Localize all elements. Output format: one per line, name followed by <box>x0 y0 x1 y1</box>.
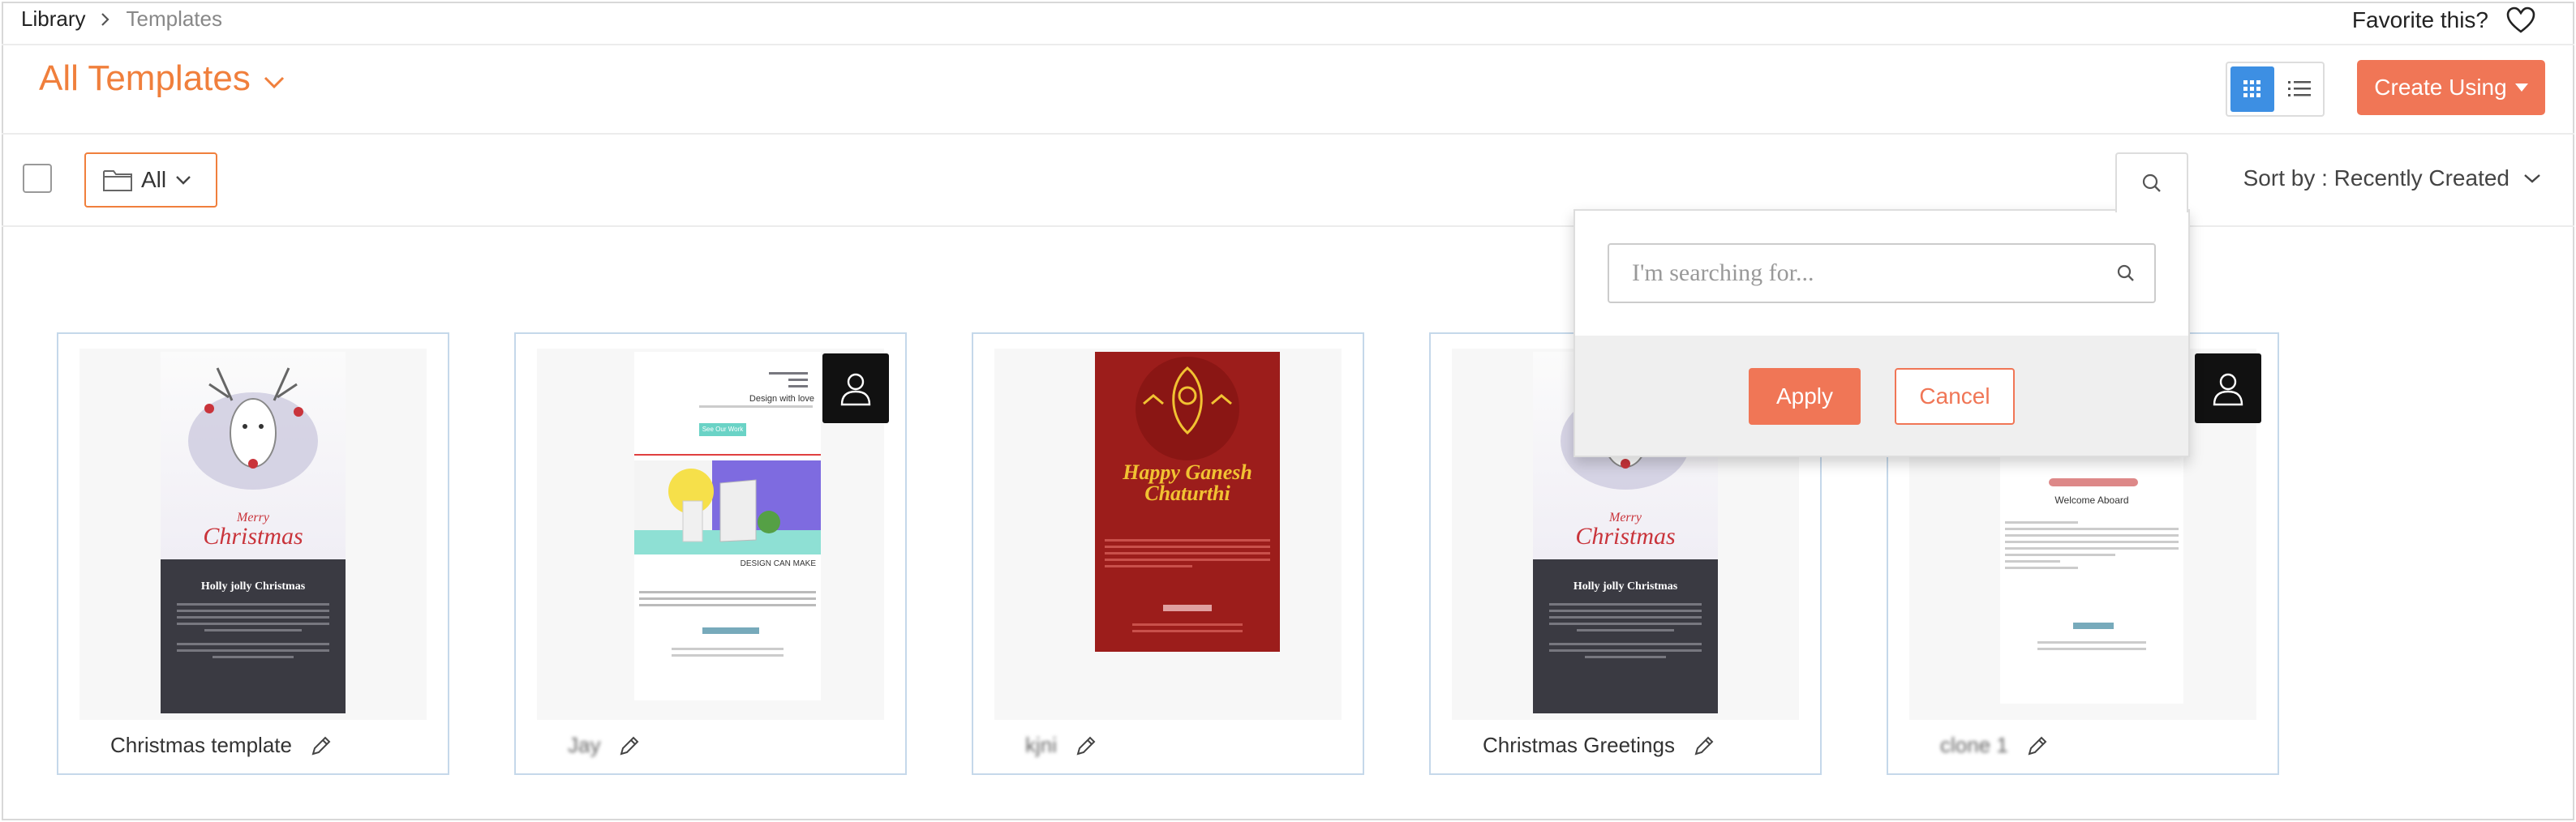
search-popup: I'm searching for... Apply Cancel <box>1574 209 2190 457</box>
search-icon <box>2142 173 2161 192</box>
template-name: Jay <box>568 733 641 758</box>
email-headline: Holly jolly Christmas <box>200 580 306 593</box>
template-name: clone 1 <box>1940 733 2049 758</box>
create-using-label: Create Using <box>2374 75 2507 100</box>
pencil-icon[interactable] <box>310 734 333 757</box>
pencil-icon[interactable] <box>2026 734 2049 757</box>
chevron-down-icon <box>264 76 284 89</box>
templates-filter-dropdown[interactable]: All Templates <box>39 58 286 99</box>
template-name-label: clone 1 <box>1940 733 2008 757</box>
ganesh-heading: Happy Ganesh Chaturthi <box>1095 462 1280 504</box>
breadcrumb-templates: Templates <box>126 6 222 31</box>
reindeer-illustration <box>188 367 318 490</box>
template-name-label: Christmas template <box>110 733 292 757</box>
folder-filter-dropdown[interactable]: All <box>84 152 217 208</box>
template-name: Christmas Greetings <box>1483 733 1715 758</box>
template-thumbnail[interactable]: Merry Christmas Holly jolly Christmas <box>79 349 427 720</box>
sort-label: Sort by : Recently Created <box>2243 165 2509 191</box>
template-name-label: Jay <box>568 733 601 757</box>
folder-filter-label: All <box>141 167 167 192</box>
design-email-preview: Design with love See Our Work DESIGN CAN… <box>634 352 821 700</box>
divider <box>2 133 2574 135</box>
view-toggle <box>2226 62 2325 117</box>
merry-christmas-heading: Merry Christmas <box>1533 511 1718 550</box>
grid-view-button[interactable] <box>2230 66 2274 112</box>
user-icon <box>840 373 871 406</box>
template-card[interactable]: Design with love See Our Work DESIGN CAN… <box>514 332 907 775</box>
cancel-button[interactable]: Cancel <box>1895 368 2015 425</box>
happy-ganesh-text: Happy Ganesh <box>1123 460 1252 484</box>
template-thumbnail[interactable]: Happy Ganesh Chaturthi <box>994 349 1342 720</box>
apply-button[interactable]: Apply <box>1749 368 1861 425</box>
search-placeholder: I'm searching for... <box>1632 259 1814 286</box>
design-heading: Design with love <box>749 394 814 404</box>
ganesh-illustration <box>1136 357 1239 460</box>
list-icon <box>2287 81 2311 96</box>
favorite-toggle[interactable]: Favorite this? <box>2352 6 2535 34</box>
template-name: kjni <box>1025 733 1097 758</box>
folder-icon <box>103 170 132 191</box>
chevron-down-icon <box>2524 174 2540 183</box>
pencil-icon[interactable] <box>618 734 641 757</box>
christmas-text: Christmas <box>203 523 303 550</box>
search-toggle-button[interactable] <box>2115 152 2188 212</box>
template-card[interactable]: Merry Christmas Holly jolly Christmas Ch… <box>57 332 449 775</box>
pencil-icon[interactable] <box>1075 734 1097 757</box>
chevron-right-icon <box>101 12 110 26</box>
template-card[interactable]: Happy Ganesh Chaturthi kjni <box>972 332 1364 775</box>
design-section-heading: DESIGN CAN MAKE <box>740 559 816 568</box>
chevron-down-icon <box>176 176 191 185</box>
christmas-email-preview: Merry Christmas Holly jolly Christmas <box>161 352 346 713</box>
caret-down-icon <box>2514 83 2528 92</box>
select-all-checkbox[interactable] <box>23 164 52 193</box>
welcome-heading: Welcome Aboard <box>2054 494 2129 506</box>
pencil-icon[interactable] <box>1693 734 1715 757</box>
chaturthi-text: Chaturthi <box>1144 482 1230 505</box>
user-icon <box>2213 373 2243 406</box>
page-title: All Templates <box>39 58 251 98</box>
shopping-bag-illustration <box>634 460 821 554</box>
see-our-work-button: See Our Work <box>699 423 746 436</box>
christmas-text: Christmas <box>1575 523 1676 550</box>
owner-avatar <box>2195 353 2261 423</box>
template-name: Christmas template <box>110 733 333 758</box>
ganesh-email-preview: Happy Ganesh Chaturthi <box>1095 352 1280 652</box>
breadcrumb-library[interactable]: Library <box>21 6 85 32</box>
template-name-label: Christmas Greetings <box>1483 733 1675 757</box>
breadcrumb: Library Templates <box>21 6 222 32</box>
heart-icon[interactable] <box>2506 6 2535 34</box>
sort-dropdown[interactable]: Sort by : Recently Created <box>2243 165 2542 191</box>
search-icon <box>2117 264 2134 281</box>
create-using-button[interactable]: Create Using <box>2357 60 2545 115</box>
merry-christmas-heading: Merry Christmas <box>161 511 346 550</box>
divider <box>2 44 2574 45</box>
search-input[interactable]: I'm searching for... <box>1608 243 2156 303</box>
owner-avatar <box>822 353 889 423</box>
template-name-label: kjni <box>1025 733 1058 757</box>
grid-icon <box>2243 80 2260 97</box>
search-popup-body: I'm searching for... <box>1575 211 2188 336</box>
favorite-label: Favorite this? <box>2351 7 2488 32</box>
list-view-button[interactable] <box>2279 66 2320 112</box>
email-headline: Holly jolly Christmas <box>1573 580 1678 593</box>
search-popup-footer: Apply Cancel <box>1575 336 2188 456</box>
